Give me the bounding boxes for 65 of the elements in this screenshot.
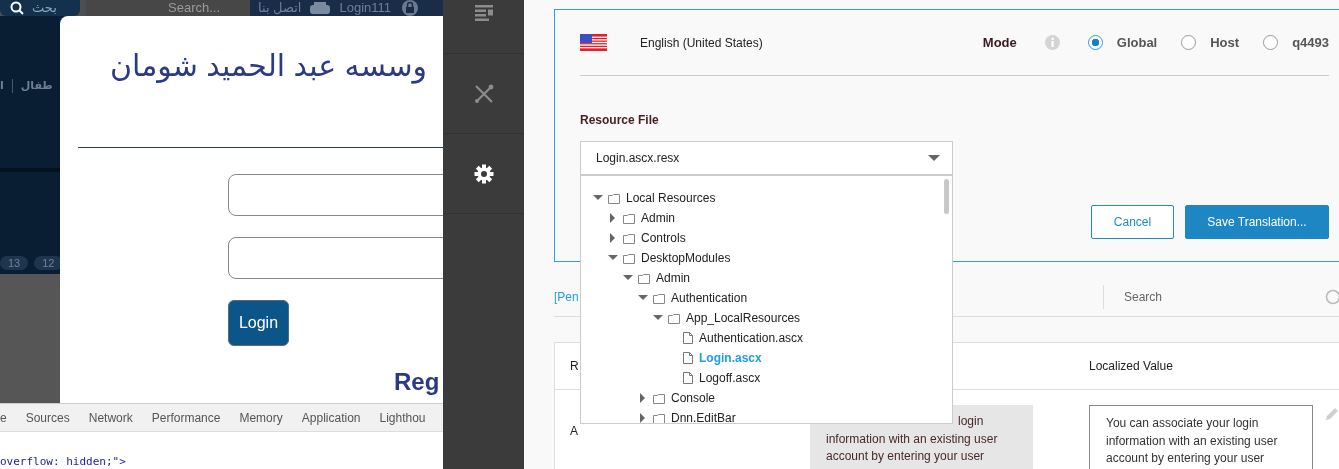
save-button[interactable]: Save Translation... (1185, 205, 1329, 239)
file-icon (683, 352, 693, 364)
printer-icon (309, 0, 332, 15)
file-item[interactable]: Logoff.ascx (581, 368, 952, 388)
file-item[interactable]: Authentication.ascx (581, 328, 952, 348)
folder-icon (623, 232, 635, 244)
folder-item[interactable]: Controls (581, 228, 952, 248)
devtools-tab[interactable]: Application (301, 410, 361, 425)
input-field[interactable] (228, 173, 443, 216)
pencil-icon (1325, 407, 1339, 421)
folder-item[interactable]: Admin (581, 208, 952, 228)
code-line: overflow: hidden;"> (0, 455, 126, 468)
devtools-tab[interactable]: e (0, 410, 7, 425)
folder-item[interactable]: DesktopModules (581, 248, 952, 268)
column-header: R (569, 359, 579, 373)
radio-button[interactable] (1087, 35, 1103, 50)
folder-icon (653, 392, 665, 404)
folder-icon (638, 272, 650, 284)
folder-item[interactable]: Admin (581, 268, 952, 288)
devtools-tab[interactable]: Sources (25, 410, 70, 425)
resource-file-dropdown[interactable]: Login.ascx.resx (580, 141, 953, 175)
nav-item[interactable]: ا (0, 79, 4, 93)
devtools-tab[interactable]: Lighthou (379, 410, 426, 425)
folder-icon (653, 292, 665, 304)
folder-icon (668, 312, 680, 324)
folder-icon (608, 192, 620, 204)
register-heading: Reg (394, 367, 440, 396)
column-header: Localized Value (1089, 359, 1174, 373)
search-field[interactable]: Search... (86, 0, 250, 16)
list-icon (474, 5, 493, 22)
cancel-button[interactable]: Cancel (1091, 205, 1174, 239)
radio-button[interactable] (1263, 35, 1279, 50)
radio-option[interactable]: Global (1087, 35, 1158, 50)
search-icon (1325, 289, 1339, 305)
nav-item[interactable]: طفال (20, 79, 53, 93)
folder-icon (623, 212, 635, 224)
localized-value-field[interactable]: You can associate your login information with an existing user account by entering your user (1089, 405, 1313, 469)
folder-item[interactable]: Local Resources (581, 188, 952, 208)
devtools-tab[interactable]: Memory (239, 410, 283, 425)
flag-icon (580, 34, 607, 51)
file-icon (683, 372, 693, 384)
search-field[interactable]: Search (1103, 285, 1315, 309)
modal-title: وسسه عبد الحميد شومان (110, 47, 428, 86)
table-cell: A (570, 424, 578, 438)
caret-icon (928, 155, 940, 161)
radio-option[interactable]: Host (1181, 35, 1240, 50)
radio-option[interactable]: q4493 (1263, 35, 1329, 50)
folder-item[interactable]: App_LocalResources (581, 308, 952, 328)
devtools-tab[interactable]: Performance (151, 410, 221, 425)
folder-item[interactable]: Authentication (581, 288, 952, 308)
mode-label: Mode (982, 35, 1017, 50)
input-field[interactable] (228, 236, 443, 279)
search-button[interactable]: بحث (0, 0, 80, 16)
tools-icon (473, 83, 494, 104)
language-name: English (United States) (640, 35, 763, 50)
folder-icon (623, 252, 635, 264)
search-icon (10, 0, 24, 15)
info-icon (1044, 35, 1060, 50)
login-button[interactable]: Login (228, 299, 289, 346)
devtools-tab[interactable]: Network (88, 410, 133, 425)
scrollbar-thumb[interactable] (944, 179, 949, 214)
field-label: Resource File (580, 113, 660, 127)
file-icon (683, 332, 693, 344)
folder-item[interactable]: Console (581, 388, 952, 408)
radio-button[interactable] (1181, 35, 1197, 50)
